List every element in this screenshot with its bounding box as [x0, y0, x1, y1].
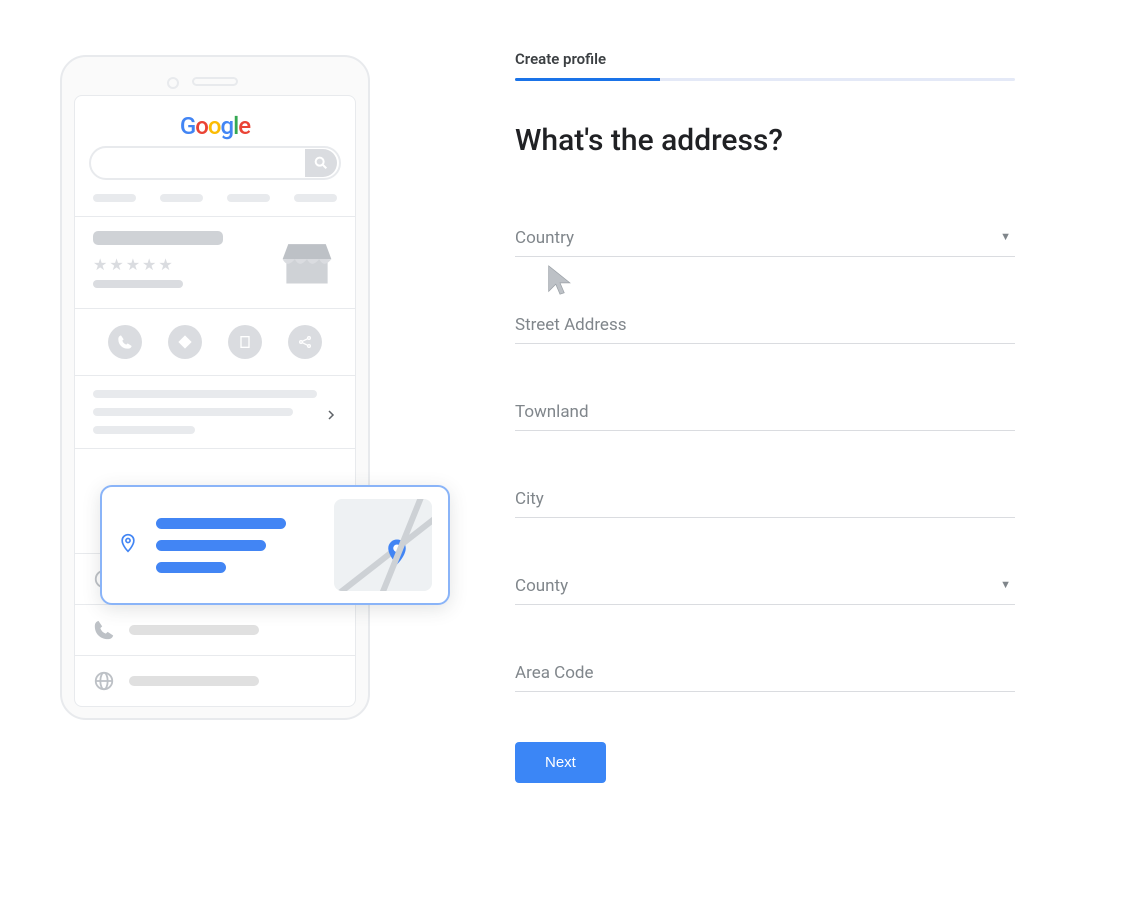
star-rating-icon: ★★★★★	[93, 255, 223, 274]
pin-icon	[118, 531, 138, 559]
progress-fill	[515, 78, 660, 81]
map-pin-icon	[382, 533, 412, 575]
map-thumbnail	[334, 499, 432, 591]
phone-illustration: Google ★★★★★	[60, 55, 370, 720]
phone-row	[89, 605, 341, 655]
areacode-field[interactable]: Area Code	[515, 663, 1015, 692]
progress-bar	[515, 78, 1015, 81]
dropdown-icon: ▼	[1000, 578, 1011, 591]
address-highlight-card	[100, 485, 450, 605]
share-icon	[288, 325, 322, 359]
search-tabs	[89, 194, 341, 202]
dropdown-icon: ▼	[1000, 230, 1011, 243]
search-bar	[89, 146, 341, 180]
chevron-right-icon	[325, 406, 337, 425]
city-field[interactable]: City	[515, 489, 1015, 518]
save-icon	[228, 325, 262, 359]
townland-field-label: Townland	[515, 402, 589, 422]
city-field-label: City	[515, 489, 544, 509]
form-section: Create profile What's the address? Count…	[515, 50, 1015, 783]
street-field[interactable]: Street Address	[515, 315, 1015, 344]
street-field-label: Street Address	[515, 315, 627, 335]
next-button[interactable]: Next	[515, 742, 606, 783]
globe-icon	[93, 670, 115, 692]
google-logo: Google	[89, 112, 341, 140]
phone-frame: Google ★★★★★	[60, 55, 370, 720]
website-row	[89, 656, 341, 706]
cursor-icon	[543, 258, 577, 306]
country-field[interactable]: Country ▼	[515, 228, 1015, 257]
description-block	[89, 376, 341, 448]
page-title: What's the address?	[515, 123, 1015, 158]
townland-field[interactable]: Townland	[515, 402, 1015, 431]
search-icon	[305, 149, 337, 177]
step-label: Create profile	[515, 50, 1015, 68]
country-field-label: Country	[515, 228, 574, 248]
county-field-label: County	[515, 576, 568, 596]
direction-icon	[168, 325, 202, 359]
search-result-card: Google ★★★★★	[74, 95, 356, 707]
call-icon	[93, 619, 115, 641]
action-buttons-row	[89, 309, 341, 375]
areacode-field-label: Area Code	[515, 663, 594, 683]
storefront-icon	[277, 231, 337, 298]
phone-icon	[108, 325, 142, 359]
business-header: ★★★★★	[89, 217, 341, 308]
county-field[interactable]: County ▼	[515, 576, 1015, 605]
